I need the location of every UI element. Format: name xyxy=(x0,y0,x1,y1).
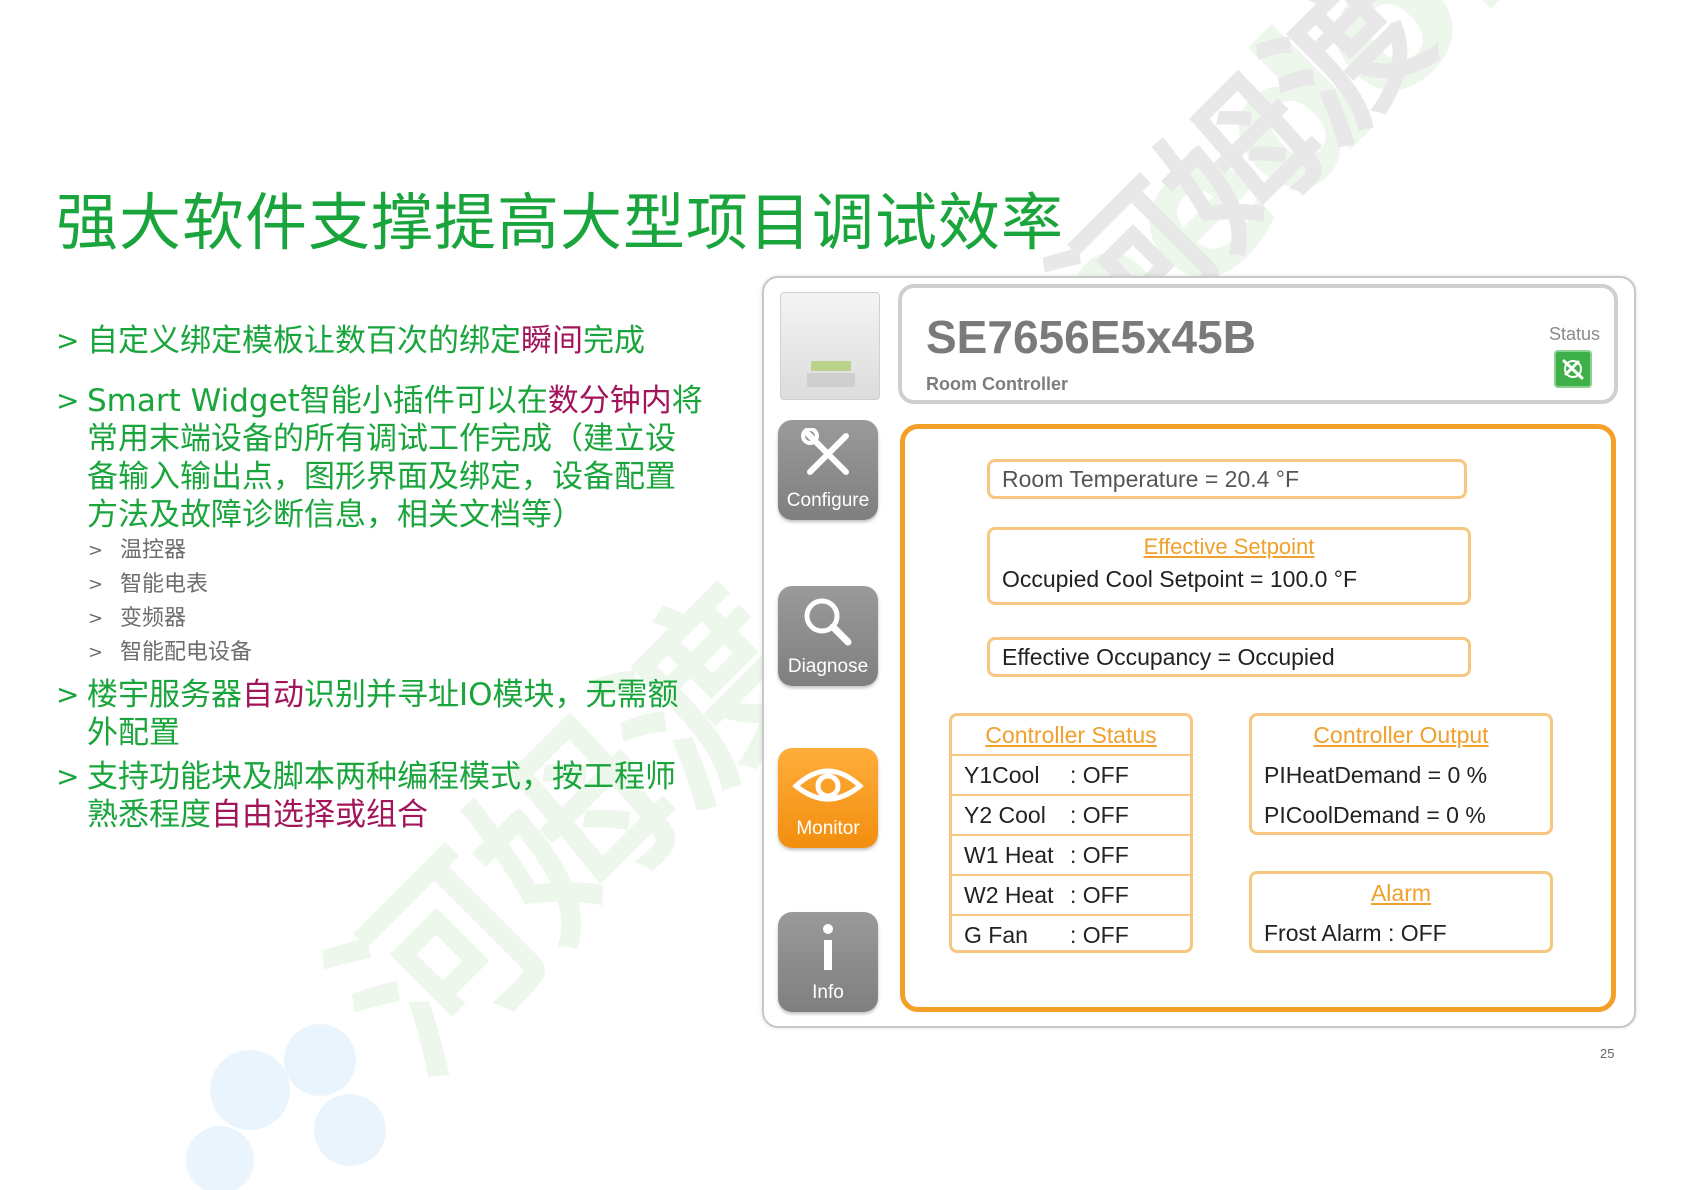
table-row: W2 Heat: OFF xyxy=(952,876,1190,916)
controller-output-link[interactable]: Controller Output xyxy=(1252,716,1550,756)
room-temperature-field: Room Temperature = 20.4 °F xyxy=(987,459,1467,499)
bullet-item: > Smart Widget智能小插件可以在数分钟内将常用末端设备的所有调试工作… xyxy=(56,382,706,534)
page-number: 25 xyxy=(1600,1046,1615,1061)
table-row: Y1Cool: OFF xyxy=(952,756,1190,796)
alarm-link[interactable]: Alarm xyxy=(1252,874,1550,914)
table-row: PIHeatDemand = 0 % xyxy=(1264,762,1488,788)
device-thumbnail xyxy=(780,292,880,400)
bullet-highlight: 自动 xyxy=(242,677,304,713)
sub-bullet-item: > 变频器 xyxy=(88,606,187,631)
bullet-text: 自定义绑定模板让数百次的绑定 xyxy=(87,323,521,359)
bullet-item: > 支持功能块及脚本两种编程模式，按工程师熟悉程度自由选择或组合 xyxy=(56,758,706,834)
effective-setpoint-link[interactable]: Effective Setpoint xyxy=(990,534,1468,560)
table-row: Y2 Cool: OFF xyxy=(952,796,1190,836)
slide-title: 强大软件支撑提高大型项目调试效率 xyxy=(56,186,1065,259)
info-icon xyxy=(823,924,833,970)
sub-bullet-item: > 温控器 xyxy=(88,538,187,563)
device-type: Room Controller xyxy=(926,374,1068,394)
controller-output-table: Controller Output PIHeatDemand = 0 % PIC… xyxy=(1249,713,1553,835)
table-row: Frost Alarm : OFF xyxy=(1264,920,1447,946)
status-label: Status xyxy=(1548,324,1600,344)
table-row: G Fan: OFF xyxy=(964,922,1129,948)
monitor-panel: Room Temperature = 20.4 °F Effective Set… xyxy=(900,424,1616,1012)
bullet-text: 完成 xyxy=(583,323,645,359)
bullet-text: Smart Widget智能小插件可以在 xyxy=(87,383,548,419)
model-number: SE7656E5x45B xyxy=(926,311,1256,363)
table-row: PICoolDemand = 0 % xyxy=(1264,802,1486,828)
bullet-highlight: 数分钟内 xyxy=(547,383,672,419)
eye-icon xyxy=(792,768,864,802)
sub-bullet-item: > 智能配电设备 xyxy=(88,640,253,665)
diagnose-button[interactable]: Diagnose xyxy=(778,586,878,686)
controller-status-link[interactable]: Controller Status xyxy=(952,716,1190,756)
configure-button[interactable]: Configure xyxy=(778,420,878,520)
bullet-list: > 自定义绑定模板让数百次的绑定瞬间完成 > Smart Widget智能小插件… xyxy=(56,322,706,834)
bullet-item: > 自定义绑定模板让数百次的绑定瞬间完成 xyxy=(56,322,706,360)
effective-setpoint-box: Effective Setpoint Occupied Cool Setpoin… xyxy=(987,527,1471,605)
status-icon[interactable] xyxy=(1554,350,1592,388)
controller-status-table: Controller Status Y1Cool: OFF Y2 Cool: O… xyxy=(949,713,1193,953)
alarm-box: Alarm Frost Alarm : OFF xyxy=(1249,871,1553,953)
tools-icon xyxy=(801,428,849,475)
bullet-highlight: 瞬间 xyxy=(521,323,583,359)
info-button[interactable]: Info xyxy=(778,912,878,1012)
bullet-marker: > xyxy=(56,760,80,793)
bullet-marker: > xyxy=(56,384,80,417)
effective-occupancy-field: Effective Occupancy = Occupied xyxy=(987,637,1471,677)
monitor-button[interactable]: Monitor xyxy=(778,748,878,848)
bullet-highlight: 自由选择或组合 xyxy=(211,797,428,833)
bullet-marker: > xyxy=(56,324,80,357)
sub-bullet-item: > 智能电表 xyxy=(88,572,209,597)
bullet-item: > 楼宇服务器自动识别并寻址IO模块，无需额外配置 xyxy=(56,676,706,752)
magnifier-icon xyxy=(804,598,852,646)
device-header: SE7656E5x45B Room Controller Status xyxy=(898,284,1618,404)
bullet-text: 楼宇服务器 xyxy=(87,677,242,713)
table-row: W1 Heat: OFF xyxy=(952,836,1190,876)
bullet-marker: > xyxy=(56,678,80,711)
